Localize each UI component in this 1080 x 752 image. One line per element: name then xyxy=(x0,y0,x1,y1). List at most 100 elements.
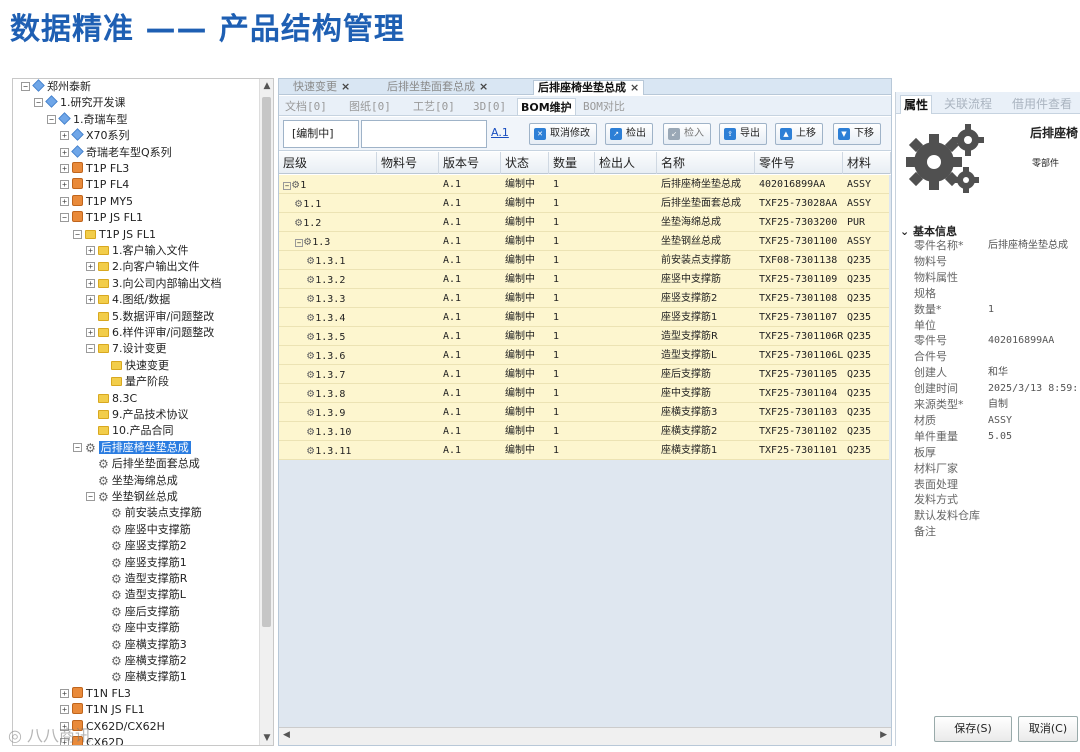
scroll-right-icon[interactable]: ▶ xyxy=(880,730,887,740)
expand-icon[interactable]: + xyxy=(60,688,69,698)
collapse-icon[interactable]: − xyxy=(60,213,69,223)
tree-node[interactable]: ⚙ 座横支撑筋3 xyxy=(99,637,187,653)
table-row[interactable]: − ⚙1.3 A.1 编制中 1 坐垫钢丝总成 TXF25-7301100 ASSY xyxy=(279,232,889,251)
table-row[interactable]: ⚙1.3.2 A.1 编制中 1 座竖中支撑筋 TXF25-7301109 Q235 xyxy=(279,270,889,289)
cancel-edit-button[interactable]: ✕ 取消修改 xyxy=(529,123,597,145)
property-value[interactable]: 5.05 xyxy=(988,429,1012,445)
tree-node[interactable]: 10.产品合同 xyxy=(86,423,174,439)
collapse-icon[interactable]: − xyxy=(283,182,291,190)
column-header-checkout[interactable]: 检出人 xyxy=(595,152,657,174)
expand-icon[interactable]: + xyxy=(60,705,69,715)
export-button[interactable]: ⇪ 导出 xyxy=(719,123,767,145)
table-row[interactable]: ⚙1.3.5 A.1 编制中 1 造型支撑筋R TXF25-7301106R Q235 xyxy=(279,327,889,346)
tree-node[interactable]: ⚙ 坐垫海绵总成 xyxy=(86,473,178,489)
tab-drawings[interactable]: 图纸[0] xyxy=(349,98,391,115)
table-row[interactable]: ⚙1.3.3 A.1 编制中 1 座竖支撑筋2 TXF25-7301108 Q235 xyxy=(279,289,889,308)
table-row[interactable]: ⚙1.3.11 A.1 编制中 1 座横支撑筋1 TXF25-7301101 Q235 xyxy=(279,441,889,460)
expand-icon[interactable]: + xyxy=(60,180,69,190)
scroll-up-icon[interactable]: ▲ xyxy=(260,79,273,93)
collapse-icon[interactable]: − xyxy=(73,229,82,239)
expand-icon[interactable]: + xyxy=(86,246,95,255)
expand-icon[interactable]: + xyxy=(60,196,69,206)
collapse-icon[interactable]: − xyxy=(295,239,303,247)
property-row[interactable]: 默认发料仓库 xyxy=(914,508,1079,524)
table-row[interactable]: ⚙1.3.9 A.1 编制中 1 座横支撑筋3 TXF25-7301103 Q235 xyxy=(279,403,889,422)
property-row[interactable]: 创建人 和华 xyxy=(914,365,1079,381)
tree-node[interactable]: ⚙ 座竖支撑筋1 xyxy=(99,555,187,571)
tab-borrowed-parts[interactable]: 借用件查看 xyxy=(1012,95,1072,114)
collapse-icon[interactable]: − xyxy=(34,98,43,108)
tree-node[interactable]: 9.产品技术协议 xyxy=(86,407,189,423)
property-row[interactable]: 数量* 1 xyxy=(914,302,1079,318)
property-value[interactable]: 402016899AA xyxy=(988,333,1054,349)
property-row[interactable]: 材质 ASSY xyxy=(914,413,1079,429)
tree-node[interactable]: ⚙ 座中支撑筋 xyxy=(99,620,180,636)
property-row[interactable]: 单位 xyxy=(914,318,1079,334)
property-row[interactable]: 板厚 xyxy=(914,445,1079,461)
move-down-button[interactable]: ▼ 下移 xyxy=(833,123,881,145)
version-link[interactable]: A.1 xyxy=(491,126,509,139)
tree-node[interactable]: − T1P JS FL1 xyxy=(60,210,143,226)
tab-properties[interactable]: 属性 xyxy=(900,95,933,114)
tab-documents[interactable]: 文档[0] xyxy=(285,98,327,115)
expand-icon[interactable]: + xyxy=(86,262,95,272)
column-header-name[interactable]: 名称 xyxy=(657,152,755,174)
close-icon[interactable]: × xyxy=(479,80,488,93)
expand-icon[interactable]: + xyxy=(60,164,69,173)
tree-node[interactable]: +3.向公司内部输出文档 xyxy=(86,276,222,292)
tree-node[interactable]: +6.样件评审/问题整改 xyxy=(86,325,214,341)
cancel-button[interactable]: 取消(C) xyxy=(1018,716,1078,742)
tree-node[interactable]: 5.数据评审/问题整改 xyxy=(86,309,214,325)
save-button[interactable]: 保存(S) xyxy=(934,716,1012,742)
table-row[interactable]: ⚙1.3.10 A.1 编制中 1 座横支撑筋2 TXF25-7301102 Q235 xyxy=(279,422,889,441)
product-tree[interactable]: − 郑州泰新 −1.研究开发课 −1.奇瑞车型 + X70系列 + 奇瑞老车型Q系列 + T1P … xyxy=(12,78,274,746)
tree-node[interactable]: ⚙ 座竖中支撑筋 xyxy=(99,522,191,538)
table-row[interactable]: ⚙1.3.4 A.1 编制中 1 座竖支撑筋1 TXF25-7301107 Q235 xyxy=(279,308,889,327)
expand-icon[interactable]: + xyxy=(86,278,95,288)
tree-node[interactable]: ⚙ 造型支撑筋L xyxy=(99,587,186,603)
property-row[interactable]: 物料号 xyxy=(914,254,1079,270)
close-icon[interactable]: × xyxy=(341,80,350,93)
tree-scrollbar[interactable]: ▲ ▼ xyxy=(259,79,273,745)
close-icon[interactable]: × xyxy=(630,81,639,94)
table-row[interactable]: − ⚙1 A.1 编制中 1 后排座椅坐垫总成 402016899AA ASSY xyxy=(279,175,889,194)
tab-process[interactable]: 工艺[0] xyxy=(413,98,455,115)
property-row[interactable]: 创建时间 2025/3/13 8:59: xyxy=(914,381,1079,397)
tree-node[interactable]: − 7.设计变更 xyxy=(86,341,167,357)
tree-node[interactable]: ⚙ 后排坐垫面套总成 xyxy=(86,456,200,472)
tree-node[interactable]: 8.3C xyxy=(86,391,137,407)
expand-icon[interactable]: + xyxy=(86,295,95,305)
checkin-button[interactable]: ↙ 检入 xyxy=(663,123,711,145)
table-row[interactable]: ⚙1.3.6 A.1 编制中 1 造型支撑筋L TXF25-7301106L Q235 xyxy=(279,346,889,365)
table-row[interactable]: ⚙1.1 A.1 编制中 1 后排坐垫面套总成 TXF25-73028AA ASSY xyxy=(279,194,889,213)
tab-bom-compare[interactable]: BOM对比 xyxy=(583,98,625,115)
property-row[interactable]: 单件重量 5.05 xyxy=(914,429,1079,445)
grid-hscrollbar[interactable]: ◀ ▶ xyxy=(279,727,891,745)
property-value[interactable]: 2025/3/13 8:59: xyxy=(988,381,1078,397)
tab-related-workflow[interactable]: 关联流程 xyxy=(944,95,992,114)
column-header-material-no[interactable]: 物料号 xyxy=(377,152,439,174)
scroll-left-icon[interactable]: ◀ xyxy=(283,730,290,740)
tab-3d[interactable]: 3D[0] xyxy=(473,98,506,115)
tree-node[interactable]: + T1P FL4 xyxy=(60,177,129,193)
property-row[interactable]: 备注 xyxy=(914,524,1079,540)
column-header-part-no[interactable]: 零件号 xyxy=(755,152,843,174)
tree-node[interactable]: +4.图纸/数据 xyxy=(86,292,170,308)
scroll-down-icon[interactable]: ▼ xyxy=(260,731,273,745)
tree-node[interactable]: + 奇瑞老车型Q系列 xyxy=(60,144,172,161)
property-value[interactable]: 后排座椅坐垫总成 xyxy=(988,238,1068,254)
tree-node[interactable]: + T1N JS FL1 xyxy=(60,702,145,718)
doc-tab-quick-change[interactable]: 快速变更 × xyxy=(289,80,354,95)
tree-node[interactable]: 量产阶段 xyxy=(99,374,169,390)
tree-node[interactable]: − 1.研究开发课 xyxy=(34,95,126,111)
property-row[interactable]: 来源类型* 自制 xyxy=(914,397,1079,413)
tree-node[interactable]: + X70系列 xyxy=(60,128,130,144)
tree-node[interactable]: − 1.奇瑞车型 xyxy=(47,112,128,128)
column-header-material[interactable]: 材料 xyxy=(843,152,891,174)
section-basic-info[interactable]: ⌄ 基本信息 xyxy=(900,223,957,239)
collapse-icon[interactable]: − xyxy=(86,492,95,501)
tree-node[interactable]: ⚙ 座横支撑筋2 xyxy=(99,653,187,669)
property-value[interactable]: ASSY xyxy=(988,413,1012,429)
tree-node[interactable]: ⚙ 座后支撑筋 xyxy=(99,604,180,620)
column-header-status[interactable]: 状态 xyxy=(501,152,549,174)
